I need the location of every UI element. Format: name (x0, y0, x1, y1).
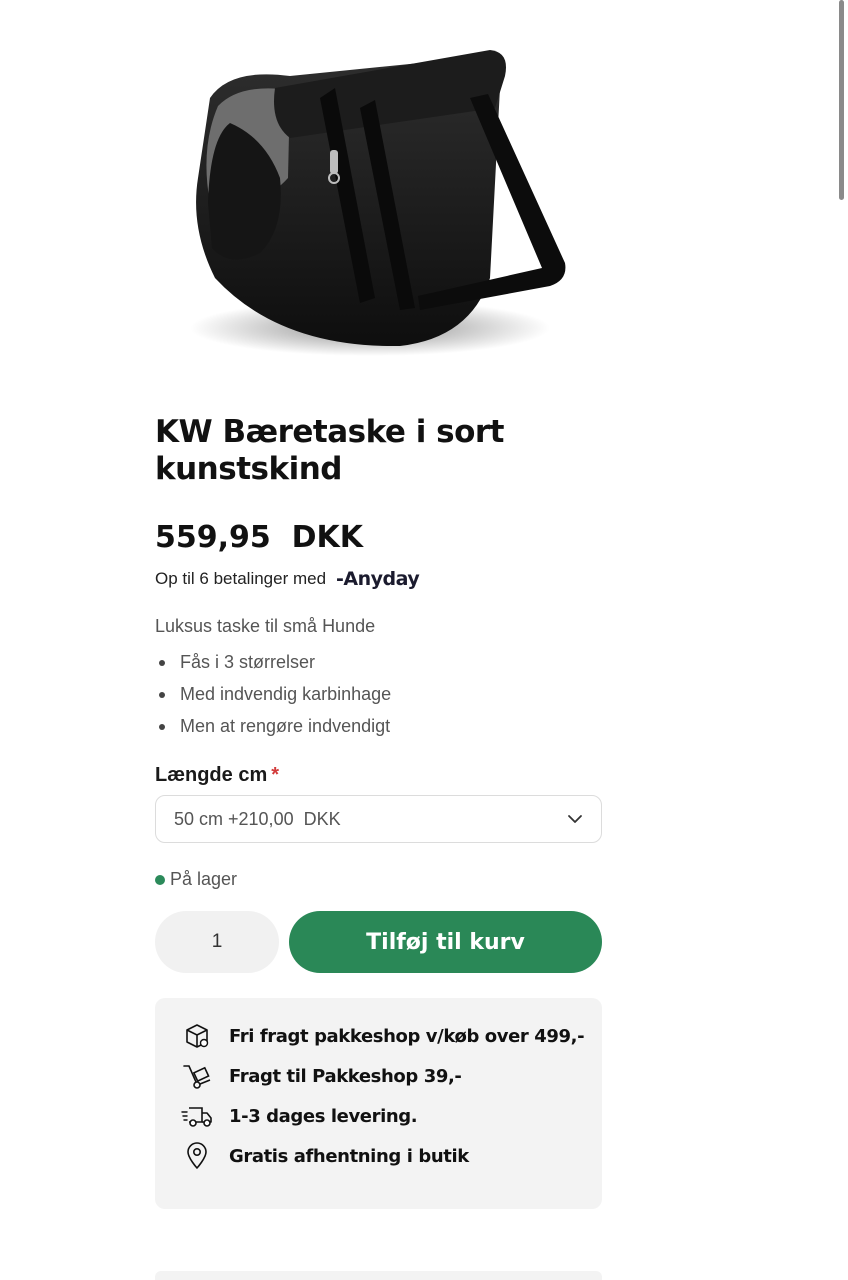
next-section-edge (155, 1271, 602, 1280)
stock-dot-icon (155, 874, 165, 885)
add-to-cart-button[interactable]: Tilføj til kurv (289, 911, 602, 973)
length-select[interactable]: 50 cm +210,00 DKK (155, 795, 602, 843)
product-description: Luksus taske til små Hunde (155, 616, 376, 636)
shipping-row: Fri fragt pakkeshop v/køb over 499,- (181, 1020, 585, 1052)
variant-label-text: Længde cm (155, 764, 268, 786)
shipping-info-box: Fri fragt pakkeshop v/køb over 499,- Fra… (155, 998, 602, 1209)
length-select-value: 50 cm +210,00 DKK (174, 808, 341, 829)
product-title: KW Bæretaske i sort kunstskind (155, 414, 505, 487)
anyday-logo[interactable]: -Anyday (336, 568, 420, 590)
required-marker: * (271, 764, 280, 786)
shipping-row: Gratis afhentning i butik (181, 1140, 469, 1172)
shipping-text: Fri fragt pakkeshop v/køb over 499,- (229, 1025, 585, 1047)
scrollbar[interactable] (839, 0, 844, 200)
chevron-down-icon (568, 815, 582, 823)
delivery-truck-icon (181, 1100, 213, 1132)
shipping-row: 1-3 dages levering. (181, 1100, 418, 1132)
quantity-input[interactable]: 1 (155, 911, 279, 973)
hand-truck-icon (181, 1060, 213, 1092)
product-page: KW Bæretaske i sort kunstskind 559,95 DK… (0, 0, 848, 1280)
shipping-text: 1-3 dages levering. (229, 1105, 418, 1127)
shipping-text: Fragt til Pakkeshop 39,- (229, 1065, 462, 1087)
installments-info: Op til 6 betalinger med -Anyday (155, 568, 602, 590)
product-image (190, 50, 566, 356)
shipping-text: Gratis afhentning i butik (229, 1145, 469, 1167)
feature-item: Fås i 3 størrelser (159, 648, 627, 680)
variant-label: Længde cm * (155, 764, 602, 787)
shipping-row: Fragt til Pakkeshop 39,- (181, 1060, 462, 1092)
feature-item: Med indvendig karbinhage (159, 680, 627, 712)
feature-list: Fås i 3 størrelser Med indvendig karbinh… (155, 648, 627, 744)
package-icon (181, 1020, 213, 1052)
stock-status: På lager (155, 869, 602, 890)
product-price: 559,95 DKK (155, 520, 364, 555)
installments-text: Op til 6 betalinger med (155, 569, 327, 588)
location-pin-icon (181, 1140, 213, 1172)
feature-item: Men at rengøre indvendigt (159, 712, 627, 744)
stock-text: På lager (170, 869, 238, 889)
